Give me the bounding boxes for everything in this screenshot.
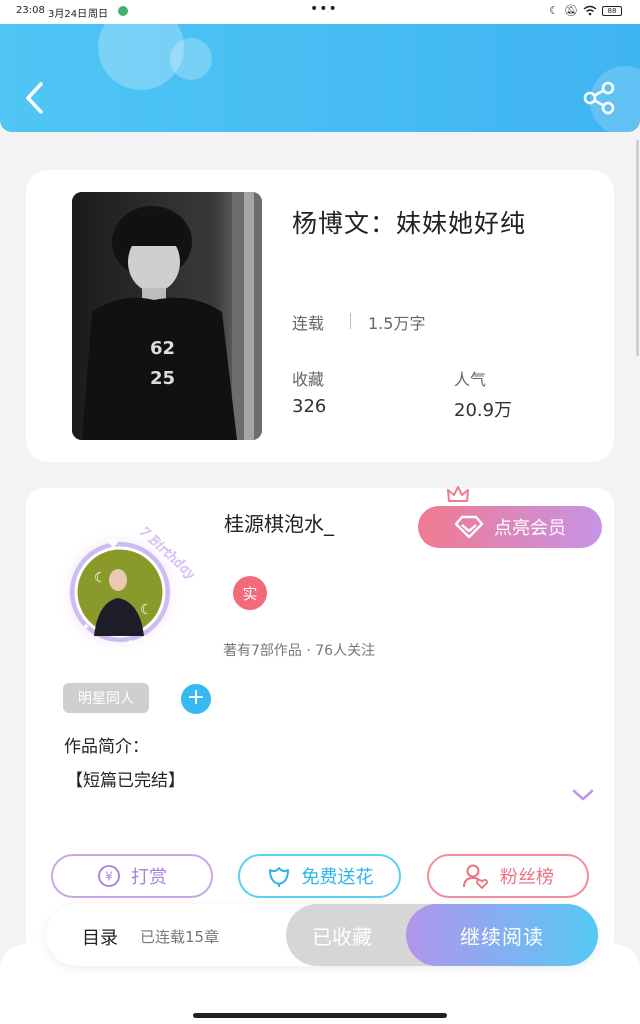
user-heart-icon — [463, 864, 488, 889]
diamond-icon — [454, 515, 484, 539]
book-title: 杨博文：妹妹她好纯 — [292, 209, 527, 238]
intro-title: 作品简介： — [64, 737, 149, 757]
top-header — [0, 24, 640, 132]
status-weekday: 周日 — [88, 9, 108, 20]
status-bar: 23:08 3月24日 周日 ••• ☾ 🔕︎ 88 — [0, 0, 640, 24]
moon-decor-icon: ☾ — [140, 602, 153, 618]
system-icons: ☾ 🔕︎ 88 — [549, 4, 622, 17]
continue-reading-button[interactable]: 继续阅读 — [406, 904, 598, 966]
svg-text:¥: ¥ — [105, 870, 113, 884]
cover-image: 62 25 — [72, 192, 262, 440]
table-of-contents-button[interactable]: 目录 — [82, 924, 118, 950]
author-card: ☾ ☾ ♥ ✦ ✦ 7 Birthday 桂源棋泡水_ 点亮会员 实 著有7部作… — [26, 486, 614, 958]
expand-chevron-icon[interactable] — [572, 788, 594, 802]
popularity-label: 人气 — [454, 370, 487, 389]
fans-ranking-button[interactable]: 粉丝榜 — [427, 854, 589, 898]
wifi-icon — [583, 5, 597, 16]
vip-button-label: 点亮会员 — [494, 518, 566, 539]
share-icon — [583, 81, 615, 115]
back-button[interactable] — [18, 78, 50, 118]
mute-icon: 🔕︎ — [564, 4, 578, 17]
app-status-icon — [118, 6, 128, 16]
book-word-count: 1.5万字 — [368, 314, 426, 333]
cover-number-top: 62 — [150, 338, 175, 359]
bottom-action-bar: 目录 已连载15章 已收藏 继续阅读 — [46, 904, 598, 966]
tip-button[interactable]: ¥ 打赏 — [51, 854, 213, 898]
author-avatar[interactable]: ☾ ☾ ♥ ✦ ✦ 7 Birthday — [54, 518, 199, 658]
divider — [350, 313, 351, 329]
vip-button[interactable]: 点亮会员 — [418, 506, 602, 548]
yen-coin-icon: ¥ — [98, 865, 120, 887]
status-date: 3月24日 — [48, 9, 88, 20]
genre-tag[interactable]: 明星同人 — [63, 683, 149, 713]
collected-label: 已收藏 — [312, 924, 372, 949]
star-decor-icon: ✦ — [126, 638, 134, 649]
share-button[interactable] — [582, 80, 618, 116]
add-tag-button[interactable]: + — [181, 684, 211, 714]
chevron-left-icon — [26, 82, 43, 114]
flower-icon — [268, 867, 289, 887]
decor-bubble — [170, 38, 212, 80]
author-name[interactable]: 桂源棋泡水_ — [224, 508, 334, 537]
home-indicator[interactable] — [193, 1013, 447, 1018]
moon-decor-icon: ☾ — [94, 570, 107, 586]
book-info-card: 62 25 杨博文：妹妹她好纯 连载 1.5万字 收藏 326 人气 20.9万 — [26, 170, 614, 462]
favorites-label: 收藏 — [292, 370, 325, 389]
verified-badge: 实 — [233, 576, 267, 610]
tip-button-label: 打赏 — [131, 867, 167, 888]
cover-number-bottom: 25 — [150, 368, 175, 389]
crown-icon — [447, 486, 469, 502]
book-cover[interactable]: 62 25 — [72, 192, 262, 440]
author-stats: 著有7部作品 · 76人关注 — [223, 643, 376, 659]
battery-icon: 88 — [602, 5, 622, 16]
chapter-count[interactable]: 已连载15章 — [140, 926, 219, 947]
continue-reading-label: 继续阅读 — [460, 924, 544, 949]
intro-text: 【短篇已完结】 — [66, 771, 185, 791]
heart-decor-icon: ♥ — [108, 537, 119, 551]
book-status: 连载 — [292, 314, 325, 333]
star-decor-icon: ✦ — [82, 622, 90, 633]
status-time: 23:08 — [16, 5, 45, 16]
fans-ranking-label: 粉丝榜 — [500, 867, 554, 888]
scrollbar[interactable] — [636, 140, 639, 356]
more-dots-icon: ••• — [310, 1, 338, 17]
favorites-value: 326 — [292, 396, 327, 417]
send-flower-label: 免费送花 — [301, 867, 374, 888]
popularity-value: 20.9万 — [454, 400, 513, 421]
moon-icon: ☾ — [549, 4, 560, 17]
send-flower-button[interactable]: 免费送花 — [238, 854, 401, 898]
avatar-image: ☾ ☾ ♥ ✦ ✦ 7 Birthday — [56, 524, 199, 656]
